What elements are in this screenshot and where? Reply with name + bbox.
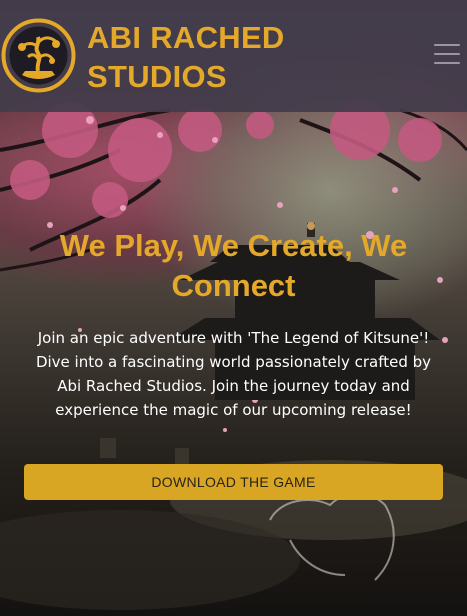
hamburger-menu-icon[interactable] [434,44,460,64]
brand-name-line2: STUDIOS [87,59,227,94]
download-game-button[interactable]: DOWNLOAD THE GAME [24,464,443,500]
brand-name-line1: ABI RACHED [87,20,285,55]
site-header: ABI RACHED STUDIOS [0,0,467,112]
bonsai-tree-logo-icon[interactable] [0,17,77,94]
hero-section: We Play, We Create, We Connect Join an e… [0,226,467,422]
hero-description: Join an epic adventure with 'The Legend … [35,329,432,419]
brand-name[interactable]: ABI RACHED STUDIOS [87,18,285,96]
hero-title: We Play, We Create, We Connect [59,228,408,303]
